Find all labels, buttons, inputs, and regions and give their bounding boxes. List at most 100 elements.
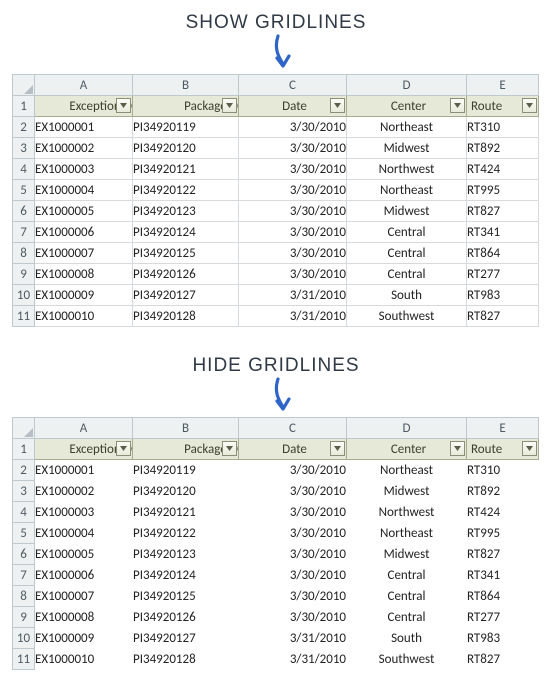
header-center[interactable]: Center — [347, 96, 467, 117]
col-header-D[interactable]: D — [347, 418, 467, 439]
row-header[interactable]: 6 — [13, 201, 35, 222]
cell-exceptionid[interactable]: EX1000004 — [35, 180, 133, 201]
cell-route[interactable]: RT983 — [467, 285, 539, 306]
cell-route[interactable]: RT827 — [467, 544, 539, 565]
cell-center[interactable]: Central — [347, 243, 467, 264]
cell-exceptionid[interactable]: EX1000010 — [35, 649, 133, 670]
cell-packageid[interactable]: PI34920124 — [133, 565, 239, 586]
filter-dropdown-icon[interactable] — [522, 441, 537, 456]
cell-date[interactable]: 3/30/2010 — [239, 180, 347, 201]
cell-date[interactable]: 3/30/2010 — [239, 264, 347, 285]
cell-packageid[interactable]: PI34920121 — [133, 159, 239, 180]
col-header-C[interactable]: C — [239, 75, 347, 96]
cell-date[interactable]: 3/30/2010 — [239, 460, 347, 481]
row-header[interactable]: 8 — [13, 586, 35, 607]
header-date[interactable]: Date — [239, 439, 347, 460]
cell-center[interactable]: South — [347, 628, 467, 649]
col-header-C[interactable]: C — [239, 418, 347, 439]
header-packageid[interactable]: PackageID — [133, 439, 239, 460]
cell-packageid[interactable]: PI34920122 — [133, 523, 239, 544]
row-header[interactable]: 5 — [13, 523, 35, 544]
row-header[interactable]: 3 — [13, 138, 35, 159]
row-header[interactable]: 11 — [13, 306, 35, 327]
cell-date[interactable]: 3/30/2010 — [239, 201, 347, 222]
cell-route[interactable]: RT995 — [467, 523, 539, 544]
filter-dropdown-icon[interactable] — [330, 441, 345, 456]
row-header[interactable]: 10 — [13, 628, 35, 649]
header-route[interactable]: Route — [467, 439, 539, 460]
filter-dropdown-icon[interactable] — [330, 98, 345, 113]
row-header[interactable]: 8 — [13, 243, 35, 264]
cell-route[interactable]: RT424 — [467, 502, 539, 523]
row-header[interactable]: 10 — [13, 285, 35, 306]
cell-date[interactable]: 3/31/2010 — [239, 649, 347, 670]
cell-exceptionid[interactable]: EX1000010 — [35, 306, 133, 327]
cell-date[interactable]: 3/30/2010 — [239, 222, 347, 243]
row-header[interactable]: 3 — [13, 481, 35, 502]
filter-dropdown-icon[interactable] — [116, 441, 131, 456]
cell-date[interactable]: 3/30/2010 — [239, 138, 347, 159]
cell-route[interactable]: RT341 — [467, 565, 539, 586]
cell-center[interactable]: Northeast — [347, 523, 467, 544]
cell-packageid[interactable]: PI34920127 — [133, 628, 239, 649]
cell-exceptionid[interactable]: EX1000008 — [35, 607, 133, 628]
cell-date[interactable]: 3/31/2010 — [239, 285, 347, 306]
cell-packageid[interactable]: PI34920128 — [133, 649, 239, 670]
cell-exceptionid[interactable]: EX1000003 — [35, 159, 133, 180]
col-header-A[interactable]: A — [35, 418, 133, 439]
filter-dropdown-icon[interactable] — [222, 98, 237, 113]
cell-exceptionid[interactable]: EX1000001 — [35, 117, 133, 138]
cell-route[interactable]: RT892 — [467, 138, 539, 159]
cell-route[interactable]: RT424 — [467, 159, 539, 180]
row-header[interactable]: 2 — [13, 460, 35, 481]
cell-center[interactable]: Central — [347, 586, 467, 607]
cell-exceptionid[interactable]: EX1000005 — [35, 201, 133, 222]
cell-center[interactable]: South — [347, 285, 467, 306]
cell-exceptionid[interactable]: EX1000003 — [35, 502, 133, 523]
cell-route[interactable]: RT864 — [467, 243, 539, 264]
col-header-E[interactable]: E — [467, 75, 539, 96]
col-header-A[interactable]: A — [35, 75, 133, 96]
cell-route[interactable]: RT341 — [467, 222, 539, 243]
cell-packageid[interactable]: PI34920128 — [133, 306, 239, 327]
cell-route[interactable]: RT310 — [467, 117, 539, 138]
header-packageid[interactable]: PackageID — [133, 96, 239, 117]
row-header-1[interactable]: 1 — [13, 96, 35, 117]
header-route[interactable]: Route — [467, 96, 539, 117]
header-exceptionid[interactable]: ExceptionID — [35, 96, 133, 117]
cell-exceptionid[interactable]: EX1000001 — [35, 460, 133, 481]
row-header[interactable]: 9 — [13, 607, 35, 628]
cell-exceptionid[interactable]: EX1000005 — [35, 544, 133, 565]
cell-packageid[interactable]: PI34920123 — [133, 201, 239, 222]
row-header[interactable]: 5 — [13, 180, 35, 201]
cell-center[interactable]: Northeast — [347, 117, 467, 138]
cell-date[interactable]: 3/30/2010 — [239, 586, 347, 607]
cell-route[interactable]: RT277 — [467, 607, 539, 628]
filter-dropdown-icon[interactable] — [522, 98, 537, 113]
cell-center[interactable]: Southwest — [347, 649, 467, 670]
cell-packageid[interactable]: PI34920120 — [133, 481, 239, 502]
cell-packageid[interactable]: PI34920119 — [133, 117, 239, 138]
cell-center[interactable]: Central — [347, 607, 467, 628]
cell-center[interactable]: Central — [347, 264, 467, 285]
cell-date[interactable]: 3/30/2010 — [239, 481, 347, 502]
row-header[interactable]: 9 — [13, 264, 35, 285]
cell-route[interactable]: RT892 — [467, 481, 539, 502]
cell-center[interactable]: Northwest — [347, 502, 467, 523]
col-header-E[interactable]: E — [467, 418, 539, 439]
select-all-corner[interactable] — [13, 418, 35, 439]
cell-date[interactable]: 3/30/2010 — [239, 243, 347, 264]
filter-dropdown-icon[interactable] — [450, 98, 465, 113]
row-header[interactable]: 7 — [13, 565, 35, 586]
cell-route[interactable]: RT864 — [467, 586, 539, 607]
cell-exceptionid[interactable]: EX1000006 — [35, 565, 133, 586]
cell-center[interactable]: Southwest — [347, 306, 467, 327]
cell-center[interactable]: Northeast — [347, 460, 467, 481]
cell-center[interactable]: Midwest — [347, 201, 467, 222]
cell-exceptionid[interactable]: EX1000007 — [35, 243, 133, 264]
cell-date[interactable]: 3/30/2010 — [239, 565, 347, 586]
cell-exceptionid[interactable]: EX1000002 — [35, 138, 133, 159]
cell-date[interactable]: 3/30/2010 — [239, 159, 347, 180]
row-header[interactable]: 4 — [13, 159, 35, 180]
select-all-corner[interactable] — [13, 75, 35, 96]
